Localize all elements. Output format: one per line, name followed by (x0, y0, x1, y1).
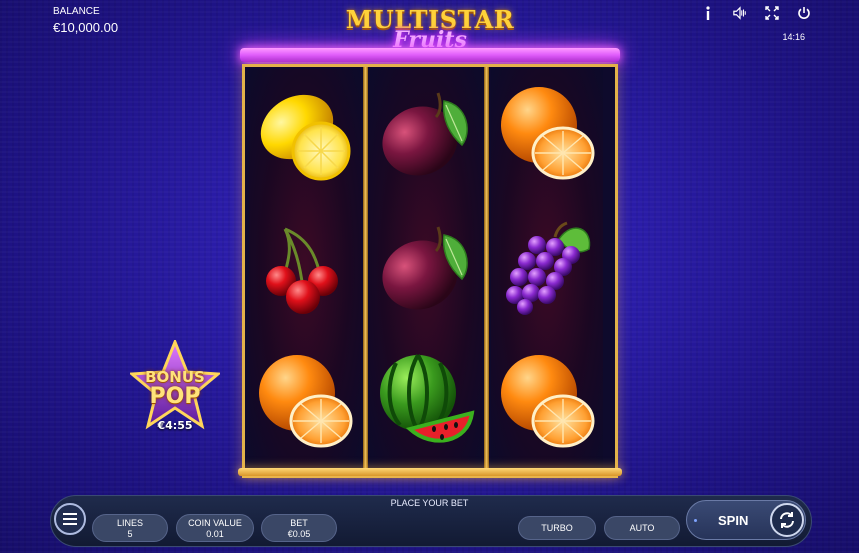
menu-button[interactable] (54, 503, 86, 535)
top-toolbar (701, 5, 811, 21)
orange-symbol (259, 355, 353, 448)
coin-value-label: COIN VALUE (188, 518, 242, 528)
bet-control[interactable]: BET €0.05 (261, 514, 337, 542)
plum-symbol (382, 226, 468, 310)
orange-symbol (501, 87, 595, 180)
auto-button[interactable]: AUTO (604, 516, 680, 540)
auto-label: AUTO (629, 523, 655, 533)
menu-icon (63, 513, 77, 515)
lemon-symbol (260, 94, 351, 181)
coin-value-control[interactable]: COIN VALUE 0.01 (176, 514, 254, 542)
watermelon-symbol (380, 353, 475, 443)
coin-value: 0.01 (206, 529, 224, 539)
cherries-symbol (266, 227, 338, 314)
plum-symbol (382, 92, 468, 176)
neon-top-bar (240, 48, 620, 62)
power-icon[interactable] (797, 5, 811, 21)
lines-value: 5 (127, 529, 133, 539)
bonus-subtitle: POP (149, 384, 201, 409)
reel-2 (370, 69, 482, 469)
bonus-timer: €4:55 (157, 419, 193, 432)
bonus-pop-badge: BONUS POP €4:55 (130, 340, 220, 440)
info-icon[interactable] (701, 5, 715, 21)
fullscreen-icon[interactable] (765, 5, 779, 21)
reel-divider (484, 67, 489, 471)
spin-indicator (694, 519, 697, 522)
bet-label: BET (290, 518, 308, 528)
sound-icon[interactable] (733, 5, 747, 21)
reel-1 (249, 69, 361, 469)
lines-control[interactable]: LINES 5 (92, 514, 168, 542)
orange-symbol (501, 355, 595, 448)
reel-machine (242, 64, 618, 478)
turbo-button[interactable]: TURBO (518, 516, 596, 540)
balance-label: BALANCE (53, 6, 100, 17)
clock: 14:16 (782, 32, 805, 42)
grapes-symbol (506, 221, 591, 315)
turbo-label: TURBO (541, 523, 573, 533)
reel-divider (363, 67, 368, 471)
spin-arrows-icon[interactable] (770, 503, 804, 537)
reel-3 (491, 69, 603, 469)
neon-bottom-bar (238, 468, 622, 476)
bet-value: €0.05 (287, 529, 311, 539)
spin-label: SPIN (718, 513, 749, 528)
lines-label: LINES (116, 518, 143, 528)
balance-value: €10,000.00 (53, 20, 119, 35)
